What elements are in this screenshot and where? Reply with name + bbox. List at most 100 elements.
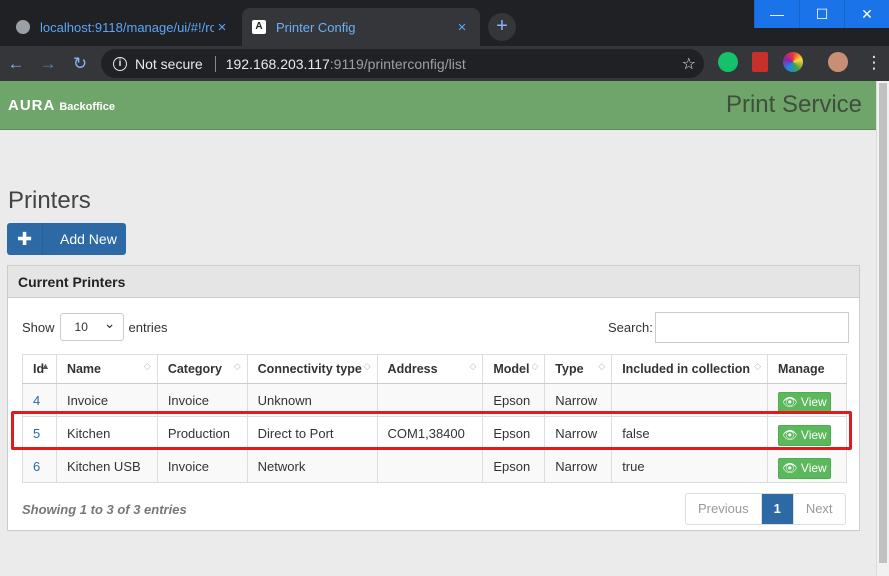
cell-id: 4 xyxy=(22,383,57,417)
cell-type: Narrow xyxy=(544,416,613,450)
cell-category: Production xyxy=(157,416,248,450)
close-window-button[interactable]: ✕ xyxy=(844,0,889,28)
cell-address: COM1,38400 xyxy=(377,416,484,450)
cell-category: Invoice xyxy=(157,449,248,483)
pdf-extension-icon[interactable] xyxy=(752,52,768,72)
cell-connectivity: Unknown xyxy=(247,383,378,417)
divider xyxy=(214,55,216,72)
main-content: Printers ✚ Add New Current Printers Show… xyxy=(0,131,876,576)
tab-title: Printer Config xyxy=(276,19,356,35)
column-id[interactable]: Id ▲ xyxy=(22,354,57,384)
cell-included: true xyxy=(611,449,769,483)
search-label: Search: xyxy=(608,320,653,335)
page-title: Printers xyxy=(8,187,91,214)
info-icon[interactable]: i xyxy=(113,56,127,71)
grammarly-extension-icon[interactable] xyxy=(718,52,738,72)
globe-icon xyxy=(16,20,30,34)
cell-id: 5 xyxy=(22,416,57,450)
search-input[interactable] xyxy=(654,312,849,343)
tab-title: localhost:9118/manage/ui/#!/roo xyxy=(40,19,214,35)
sort-icon: ◇ xyxy=(531,361,539,371)
table-row: 4 Invoice Invoice Unknown Epson Narrow 👁… xyxy=(22,383,847,417)
sort-asc-icon: ▲ xyxy=(41,361,50,371)
browser-tab-printer-config[interactable]: A Printer Config × xyxy=(242,8,480,46)
app-favicon-icon: A xyxy=(252,20,266,34)
table-row: 6 Kitchen USB Invoice Network Epson Narr… xyxy=(22,449,847,483)
minimize-button[interactable]: — xyxy=(754,0,799,28)
aura-logo[interactable]: AURA Backoffice xyxy=(8,97,115,114)
sort-icon: ◇ xyxy=(598,361,606,371)
new-tab-button[interactable]: + xyxy=(488,13,516,41)
cell-type: Narrow xyxy=(544,383,613,417)
profile-avatar[interactable] xyxy=(828,52,848,72)
close-icon[interactable]: × xyxy=(214,19,230,36)
scrollbar-thumb[interactable] xyxy=(879,83,887,563)
pagination: Previous 1 Next xyxy=(685,493,846,525)
previous-page-button[interactable]: Previous xyxy=(686,494,762,524)
maximize-button[interactable]: ☐ xyxy=(799,0,844,28)
cell-connectivity: Direct to Port xyxy=(247,416,378,450)
column-category[interactable]: Category ◇ xyxy=(157,354,248,384)
current-printers-panel: Current Printers Show 10 entries Search:… xyxy=(7,265,860,531)
cell-manage: 👁 View xyxy=(767,449,847,483)
cell-model: Epson xyxy=(482,416,546,450)
security-label: Not secure xyxy=(135,55,203,72)
column-type[interactable]: Type ◇ xyxy=(544,354,613,384)
menu-kebab-icon[interactable]: ⋮ xyxy=(858,53,889,73)
view-button[interactable]: 👁 View xyxy=(778,391,832,413)
view-button[interactable]: 👁 View xyxy=(778,424,832,446)
forward-arrow-icon[interactable]: → xyxy=(32,54,64,74)
back-arrow-icon[interactable]: ← xyxy=(0,54,32,74)
app-header: AURA Backoffice Print Service xyxy=(0,81,876,130)
column-included[interactable]: Included in collection ◇ xyxy=(611,354,769,384)
browser-titlebar: localhost:9118/manage/ui/#!/roo × A Prin… xyxy=(0,0,889,46)
search-control: Search: xyxy=(608,312,849,343)
table-header-row: Id ▲ Name ◇ Category ◇ Connectivity type ◇ A… xyxy=(22,354,847,384)
cell-included xyxy=(611,383,769,417)
cell-address xyxy=(377,449,484,483)
page-length-control: Show 10 entries xyxy=(22,310,168,341)
column-model[interactable]: Model ◇ xyxy=(482,354,546,384)
sort-icon: ◇ xyxy=(363,361,371,371)
cell-manage: 👁 View xyxy=(767,383,847,417)
eye-icon: 👁 xyxy=(782,427,798,442)
eye-icon: 👁 xyxy=(782,394,798,409)
view-button[interactable]: 👁 View xyxy=(778,457,832,479)
url-path: :9119/printerconfig/list xyxy=(329,55,466,72)
eye-icon: 👁 xyxy=(782,460,798,475)
printers-table: Id ▲ Name ◇ Category ◇ Connectivity type ◇ A… xyxy=(22,354,847,483)
cell-name: Invoice xyxy=(56,383,158,417)
column-connectivity[interactable]: Connectivity type ◇ xyxy=(247,354,378,384)
close-icon[interactable]: × xyxy=(454,19,470,36)
add-new-label: Add New xyxy=(60,231,117,247)
table-row: 5 Kitchen Production Direct to Port COM1… xyxy=(22,416,847,450)
table-info: Showing 1 to 3 of 3 entries xyxy=(22,502,187,517)
color-extension-icon[interactable] xyxy=(783,52,803,72)
sort-icon: ◇ xyxy=(754,361,762,371)
next-page-button[interactable]: Next xyxy=(794,494,845,524)
panel-title: Current Printers xyxy=(8,266,859,298)
cell-name: Kitchen USB xyxy=(56,449,158,483)
address-bar[interactable]: i Not secure 192.168.203.117:9119/printe… xyxy=(101,49,704,78)
browser-tab-localhost[interactable]: localhost:9118/manage/ui/#!/roo × xyxy=(6,8,240,46)
page-1-button[interactable]: 1 xyxy=(761,494,794,524)
column-address[interactable]: Address ◇ xyxy=(377,354,484,384)
reload-icon[interactable]: ↻ xyxy=(64,54,96,74)
column-name[interactable]: Name ◇ xyxy=(56,354,158,384)
add-new-button[interactable]: ✚ Add New xyxy=(7,223,126,255)
entries-label: entries xyxy=(128,319,168,335)
cell-category: Invoice xyxy=(157,383,248,417)
cell-included: false xyxy=(611,416,769,450)
sort-icon: ◇ xyxy=(233,361,241,371)
service-title: Print Service xyxy=(725,91,862,118)
browser-toolbar: ← → ↻ i Not secure 192.168.203.117:9119/… xyxy=(0,46,889,81)
cell-manage: 👁 View xyxy=(767,416,847,450)
page-scrollbar[interactable] xyxy=(876,81,889,576)
page-length-select[interactable]: 10 xyxy=(59,310,124,341)
sort-icon: ◇ xyxy=(469,361,477,371)
cell-connectivity: Network xyxy=(247,449,378,483)
cell-model: Epson xyxy=(482,383,546,417)
cell-address xyxy=(377,383,484,417)
url-host: 192.168.203.117 xyxy=(225,55,330,72)
bookmark-star-icon[interactable]: ☆ xyxy=(682,54,696,74)
